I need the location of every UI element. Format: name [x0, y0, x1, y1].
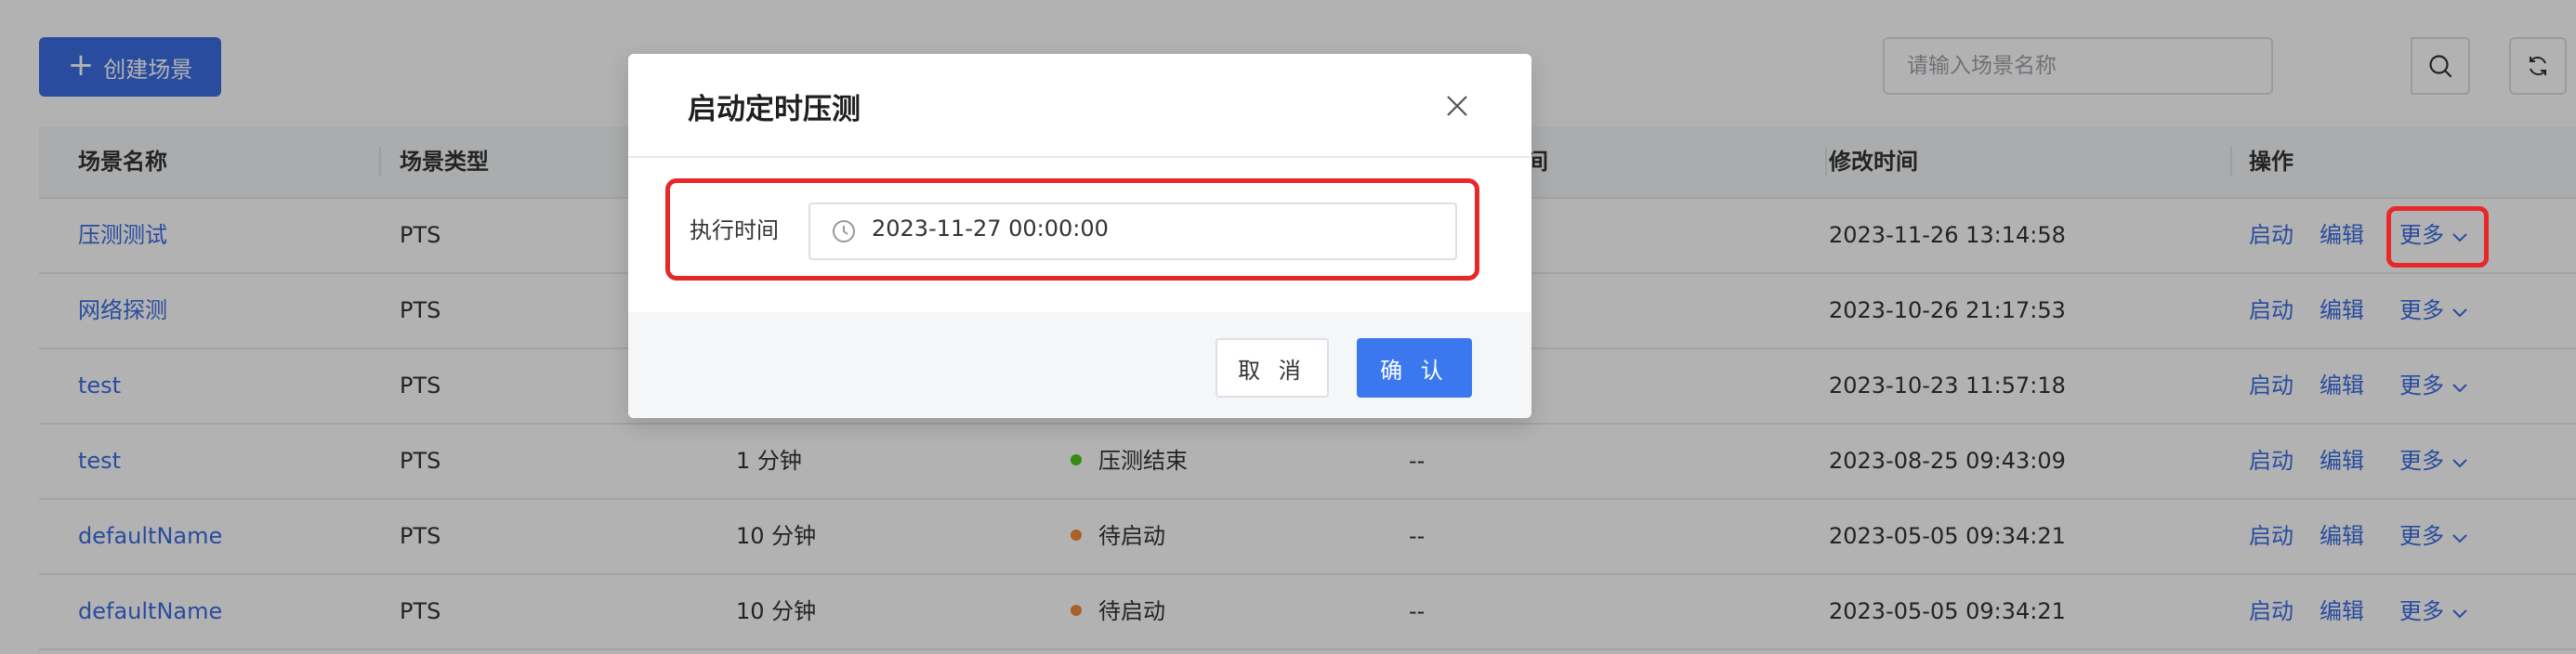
execution-time-value: 2023-11-27 00:00:00 — [872, 216, 1109, 242]
clock-icon — [833, 220, 855, 242]
close-icon[interactable] — [1442, 91, 1472, 121]
more-button-highlight — [2386, 206, 2489, 268]
timed-test-dialog: 启动定时压测 执行时间 2023-11-27 00:00:00 取 消 确 认 — [628, 54, 1531, 418]
confirm-button[interactable]: 确 认 — [1357, 338, 1472, 398]
dialog-header: 启动定时压测 — [628, 54, 1531, 158]
execution-time-label: 执行时间 — [690, 217, 779, 243]
dialog-title: 启动定时压测 — [688, 93, 861, 126]
scenario-list-page: + 创建场景 场景名称 场景类型 间 修改时间 操作 压测测试PTS2 — [0, 0, 2576, 654]
cancel-button[interactable]: 取 消 — [1216, 338, 1329, 398]
